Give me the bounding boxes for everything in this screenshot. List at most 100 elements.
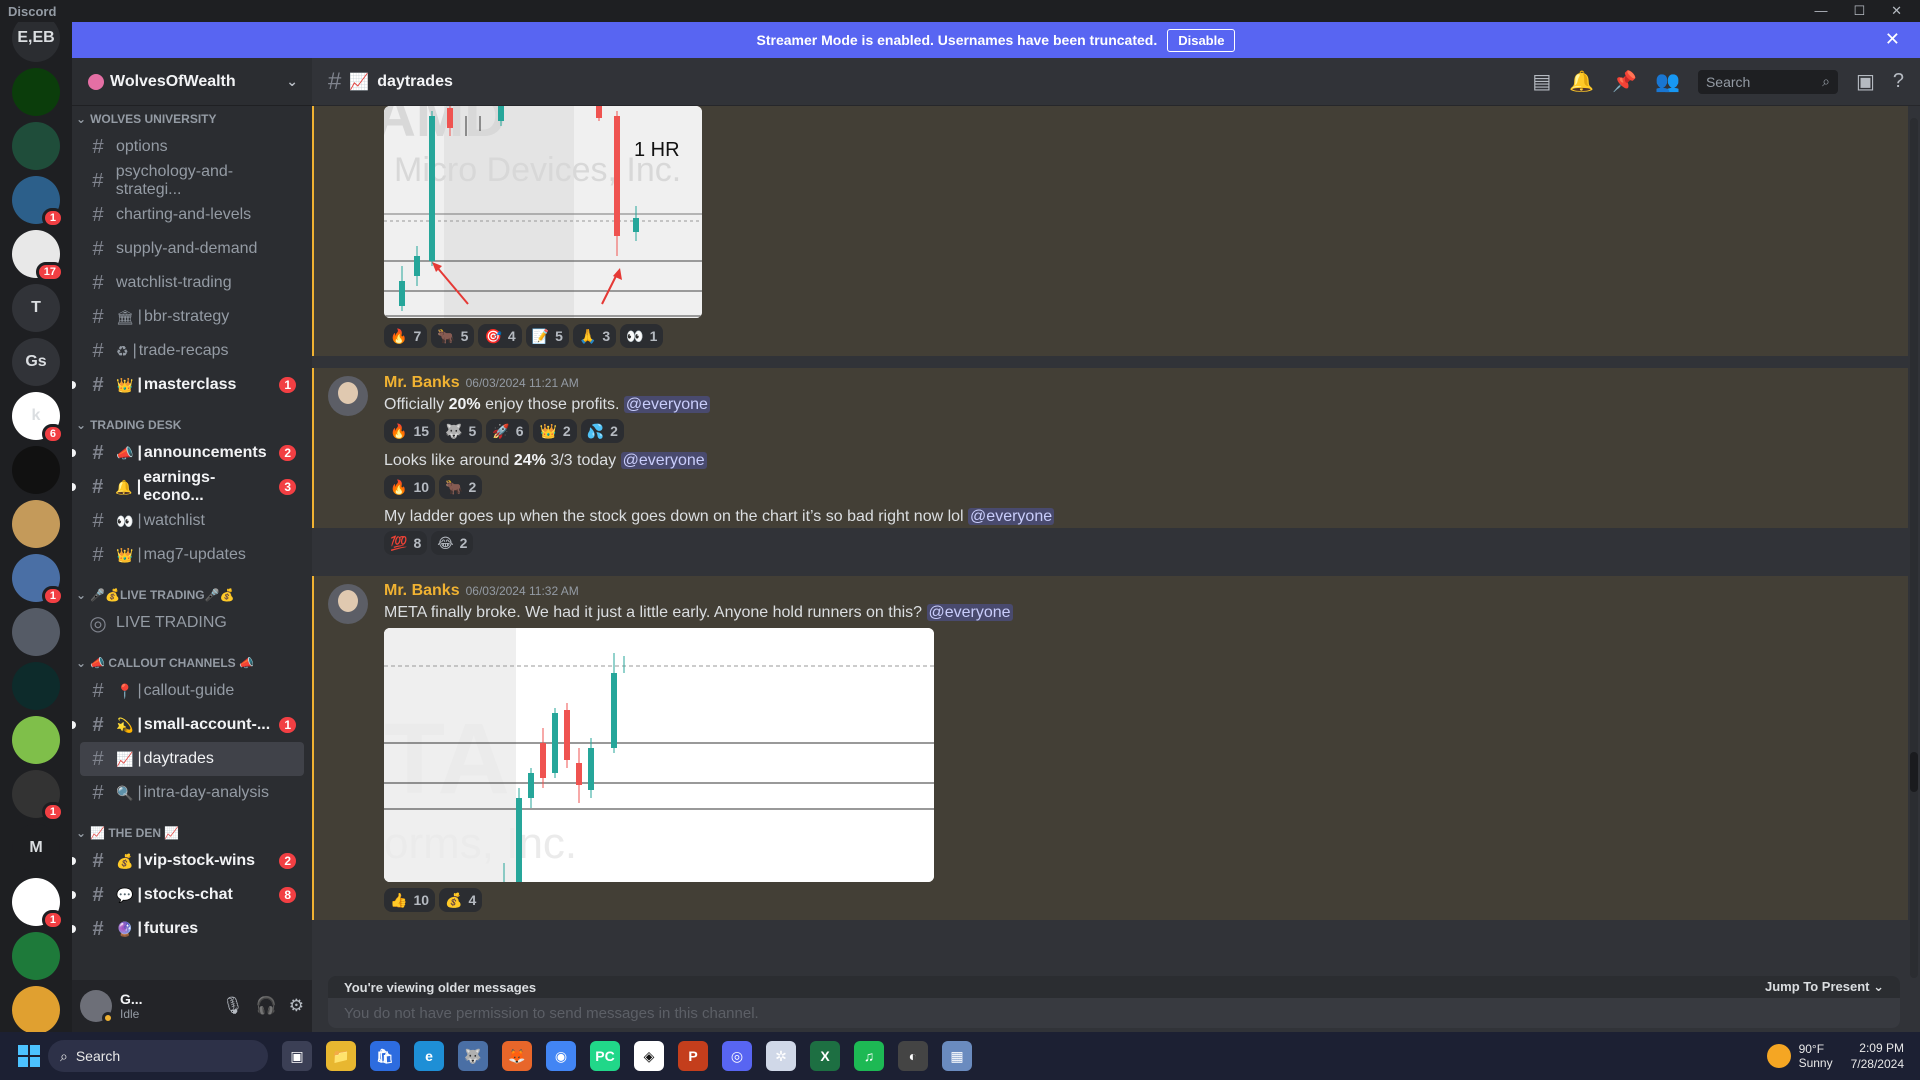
chart-image-amd[interactable]: AMD Micro Devices, Inc. 1 HR bbox=[384, 106, 702, 318]
server-icon[interactable] bbox=[12, 662, 60, 710]
channel-item[interactable]: # 📍 | callout-guide bbox=[80, 674, 304, 708]
bell-icon[interactable]: 🔔 bbox=[1569, 69, 1594, 94]
microphone-icon[interactable]: 🎙 bbox=[222, 996, 244, 1016]
server-icon[interactable]: Gs bbox=[12, 338, 60, 386]
reaction-chip[interactable]: 🎯 4 bbox=[478, 324, 522, 348]
inbox-icon[interactable]: ▣ bbox=[1856, 69, 1875, 94]
author-name[interactable]: Mr. Banks bbox=[384, 582, 460, 599]
server-icon[interactable]: k6 bbox=[12, 392, 64, 444]
channel-item[interactable]: # psychology-and-strategi... bbox=[80, 163, 304, 198]
server-icon[interactable]: 1 bbox=[12, 554, 64, 606]
reaction-chip[interactable]: 🐂 5 bbox=[431, 324, 475, 348]
channel-item[interactable]: # 👑 | mag7-updates bbox=[80, 538, 304, 572]
server-header[interactable]: WolvesOfWealth ⌄ bbox=[72, 58, 312, 106]
server-icon[interactable]: M bbox=[12, 824, 60, 872]
author-name[interactable]: Mr. Banks bbox=[384, 374, 460, 391]
reaction-chip[interactable]: 🔥 10 bbox=[384, 475, 436, 499]
reaction-chip[interactable]: 📝 5 bbox=[525, 324, 569, 348]
reaction-chip[interactable]: 💰 4 bbox=[439, 888, 483, 912]
reaction-chip[interactable]: 💯 8 bbox=[384, 531, 428, 555]
reaction-chip[interactable]: 🚀 6 bbox=[486, 419, 530, 443]
reaction-chip[interactable]: 🐂 2 bbox=[439, 475, 483, 499]
channel-item[interactable]: # charting-and-levels bbox=[80, 198, 304, 232]
taskbar-app-icon[interactable]: ◎ bbox=[722, 1041, 752, 1071]
reaction-chip[interactable]: 🙏 3 bbox=[572, 324, 617, 348]
taskbar-app-icon[interactable]: ♫ bbox=[854, 1041, 884, 1071]
server-icon[interactable] bbox=[12, 122, 60, 170]
server-icon[interactable]: 1 bbox=[12, 878, 64, 930]
everyone-mention[interactable]: @everyone bbox=[620, 452, 707, 469]
taskbar-app-icon[interactable]: ◉ bbox=[546, 1041, 576, 1071]
server-icon[interactable] bbox=[12, 68, 60, 116]
taskbar-app-icon[interactable]: ▦ bbox=[942, 1041, 972, 1071]
taskbar-app-icon[interactable]: 🐺 bbox=[458, 1041, 488, 1071]
reaction-chip[interactable]: 👍 10 bbox=[384, 888, 436, 912]
author-avatar[interactable] bbox=[328, 584, 368, 624]
reaction-chip[interactable]: 👀 1 bbox=[620, 324, 664, 348]
taskbar-app-icon[interactable]: 📁 bbox=[326, 1041, 356, 1071]
server-icon[interactable]: 1 bbox=[12, 176, 64, 228]
search-input[interactable]: Search ⌕ bbox=[1697, 69, 1838, 94]
taskbar-app-icon[interactable]: P bbox=[678, 1041, 708, 1071]
channel-category[interactable]: ⌄ WOLVES UNIVERSITY bbox=[72, 108, 312, 130]
threads-icon[interactable]: ▤ bbox=[1532, 69, 1551, 94]
everyone-mention[interactable]: @everyone bbox=[968, 508, 1055, 525]
channel-category[interactable]: ⌄ 📈 THE DEN 📈 bbox=[72, 822, 312, 844]
channel-item[interactable]: # 🏛 | bbr-strategy bbox=[80, 300, 304, 334]
channel-item[interactable]: # 🔔 | earnings-econo... 3 bbox=[72, 469, 304, 504]
channel-item[interactable]: # 💬 | stocks-chat 8 bbox=[72, 878, 304, 912]
reaction-chip[interactable]: 🔥 7 bbox=[384, 324, 428, 348]
channel-category[interactable]: ⌄ 📣 CALLOUT CHANNELS 📣 bbox=[72, 652, 312, 674]
headphones-icon[interactable]: 🎧 bbox=[256, 996, 277, 1016]
gear-icon[interactable]: ⚙ bbox=[289, 996, 304, 1016]
close-window-button[interactable]: ✕ bbox=[1891, 3, 1902, 19]
channel-item[interactable]: # 💰 | vip-stock-wins 2 bbox=[72, 844, 304, 878]
server-icon[interactable] bbox=[12, 446, 60, 494]
channel-item[interactable]: # 🔮 | futures bbox=[72, 912, 304, 946]
taskbar-app-icon[interactable]: ▣ bbox=[282, 1041, 312, 1071]
reaction-chip[interactable]: 👑 2 bbox=[533, 419, 577, 443]
server-icon[interactable] bbox=[12, 608, 60, 656]
server-icon[interactable]: T bbox=[12, 284, 60, 332]
channel-item[interactable]: # 📈 | daytrades bbox=[80, 742, 304, 776]
taskbar-app-icon[interactable]: X bbox=[810, 1041, 840, 1071]
taskbar-app-icon[interactable]: PC bbox=[590, 1041, 620, 1071]
windows-start-icon[interactable] bbox=[18, 1045, 40, 1067]
channel-item[interactable]: # supply-and-demand bbox=[80, 232, 304, 266]
channel-item[interactable]: ◎ LIVE TRADING bbox=[80, 606, 304, 640]
taskbar-search[interactable]: ⌕ Search bbox=[48, 1040, 268, 1072]
chart-image-meta[interactable]: TA orms, Inc. bbox=[384, 628, 934, 882]
scrollbar-thumb[interactable] bbox=[1910, 752, 1918, 792]
channel-item[interactable]: # 👀 | watchlist bbox=[80, 504, 304, 538]
message-author[interactable]: Mr. Banks 06/03/2024 11:21 AM bbox=[384, 374, 579, 392]
members-icon[interactable]: 👥 bbox=[1655, 69, 1680, 94]
taskbar-app-icon[interactable]: 🛍 bbox=[370, 1041, 400, 1071]
minimize-button[interactable]: — bbox=[1814, 3, 1827, 19]
server-icon[interactable]: E,EB bbox=[12, 22, 60, 62]
close-banner-icon[interactable]: ✕ bbox=[1885, 29, 1900, 50]
reaction-chip[interactable]: 🐺 5 bbox=[439, 419, 483, 443]
server-icon[interactable] bbox=[12, 986, 60, 1032]
server-icon[interactable]: 17 bbox=[12, 230, 64, 282]
channel-item[interactable]: # 🔍 | intra-day-analysis bbox=[80, 776, 304, 810]
channel-item[interactable]: # 📣 | announcements 2 bbox=[72, 436, 304, 470]
jump-to-present-button[interactable]: Jump To Present ⌄ bbox=[1765, 979, 1884, 995]
taskbar-app-icon[interactable]: ✲ bbox=[766, 1041, 796, 1071]
taskbar-app-icon[interactable]: ◐ bbox=[898, 1041, 928, 1071]
server-icon[interactable]: 1 bbox=[12, 770, 64, 822]
channel-item[interactable]: # ♻ | trade-recaps bbox=[80, 334, 304, 368]
taskbar-app-icon[interactable]: ◈ bbox=[634, 1041, 664, 1071]
channel-item[interactable]: # options bbox=[80, 130, 304, 164]
help-icon[interactable]: ? bbox=[1893, 70, 1904, 93]
reaction-chip[interactable]: 🔥 15 bbox=[384, 419, 436, 443]
message-author[interactable]: Mr. Banks 06/03/2024 11:32 AM bbox=[384, 582, 579, 600]
server-icon[interactable] bbox=[12, 716, 60, 764]
taskbar-app-icon[interactable]: e bbox=[414, 1041, 444, 1071]
everyone-mention[interactable]: @everyone bbox=[926, 604, 1013, 621]
reaction-chip[interactable]: 😂 2 bbox=[431, 531, 474, 555]
disable-streamer-button[interactable]: Disable bbox=[1167, 28, 1236, 52]
channel-item[interactable]: # 💫 | small-account-... 1 bbox=[72, 708, 304, 742]
reaction-chip[interactable]: 💦 2 bbox=[580, 419, 624, 443]
channel-item[interactable]: # watchlist-trading bbox=[80, 266, 304, 300]
everyone-mention[interactable]: @everyone bbox=[623, 396, 710, 413]
